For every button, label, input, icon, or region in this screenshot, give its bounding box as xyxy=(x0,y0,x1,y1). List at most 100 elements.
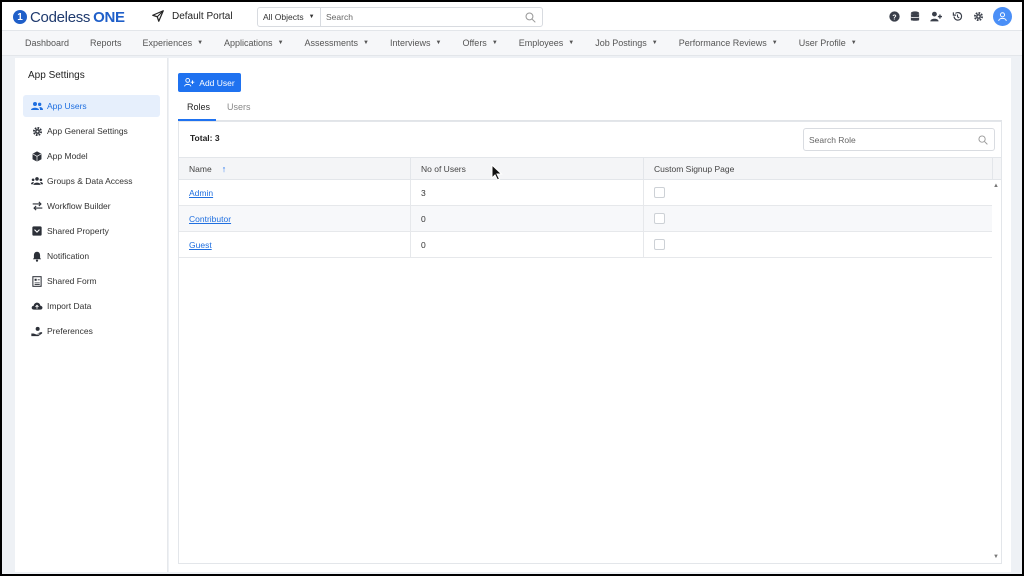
object-filter-select[interactable]: All Objects ▼ xyxy=(258,8,321,26)
brand-logo[interactable]: 1 Codeless ONE xyxy=(13,8,125,26)
add-user-button[interactable]: Add User xyxy=(178,73,241,92)
group-icon xyxy=(31,175,43,187)
scroll-up-arrow-icon[interactable]: ▲ xyxy=(993,183,999,189)
portal-name: Default Portal xyxy=(172,10,233,22)
sidebar-item-label: Import Data xyxy=(47,301,92,311)
nav-item-applications[interactable]: Applications ▼ xyxy=(224,38,283,48)
column-label: No of Users xyxy=(421,163,466,174)
caret-down-icon: ▼ xyxy=(277,40,284,46)
user-avatar[interactable] xyxy=(993,7,1012,26)
sidebar-item-app-model[interactable]: App Model xyxy=(23,145,160,167)
nav-item-label: User Profile xyxy=(798,38,846,48)
sidebar-item-groups-data-access[interactable]: Groups & Data Access xyxy=(23,170,160,192)
portal-selector[interactable]: Default Portal xyxy=(152,10,233,22)
search-input[interactable] xyxy=(321,12,518,22)
table-row[interactable]: Guest 0 xyxy=(179,232,992,258)
box-icon xyxy=(31,225,43,237)
sidebar-item-shared-property[interactable]: Shared Property xyxy=(23,220,160,242)
custom-signup-checkbox[interactable] xyxy=(654,213,665,224)
sidebar-item-preferences[interactable]: Preferences xyxy=(23,320,160,342)
column-header-name[interactable]: Name ↑ xyxy=(179,158,411,179)
cell-name: Admin xyxy=(179,180,411,205)
nav-item-interviews[interactable]: Interviews ▼ xyxy=(390,38,441,48)
caret-down-icon: ▼ xyxy=(568,40,575,46)
sort-ascending-icon[interactable]: ↑ xyxy=(222,164,227,174)
sidebar-list: App Users App General Settings App Model Gr… xyxy=(23,95,160,345)
header-actions: ? xyxy=(882,7,1012,26)
cell-user-count: 0 xyxy=(411,232,644,257)
cell-custom-signup xyxy=(644,180,992,205)
nav-item-label: Applications xyxy=(224,38,273,48)
scroll-down-arrow-icon[interactable]: ▼ xyxy=(993,554,999,560)
caret-down-icon: ▼ xyxy=(363,40,369,46)
sidebar-item-shared-form[interactable]: Shared Form xyxy=(23,270,160,292)
cell-name: Contributor xyxy=(179,206,411,231)
sidebar-item-import-data[interactable]: Import Data xyxy=(23,295,160,317)
sidebar-item-label: Workflow Builder xyxy=(47,201,111,211)
nav-item-label: Interviews xyxy=(390,38,431,48)
nav-item-assessments[interactable]: Assessments ▼ xyxy=(305,38,369,48)
nav-item-job-postings[interactable]: Job Postings ▼ xyxy=(595,38,657,48)
history-icon[interactable] xyxy=(948,8,966,26)
nav-item-reports[interactable]: Reports xyxy=(90,38,122,48)
sidebar-item-app-general-settings[interactable]: App General Settings xyxy=(23,120,160,142)
main-nav: Dashboard Reports Experiences ▼ Applications… xyxy=(2,31,1022,56)
nav-item-label: Job Postings xyxy=(595,38,647,48)
nav-item-label: Employees xyxy=(518,38,564,48)
role-search xyxy=(803,128,995,151)
tab-roles[interactable]: Roles xyxy=(187,102,210,112)
search-icon[interactable] xyxy=(972,134,994,145)
custom-signup-checkbox[interactable] xyxy=(654,239,665,250)
nav-item-user-profile[interactable]: User Profile ▼ xyxy=(799,38,857,48)
sidebar-item-app-users[interactable]: App Users xyxy=(23,95,160,117)
sidebar-item-label: Preferences xyxy=(47,326,93,336)
gear-icon xyxy=(31,125,43,137)
tab-users[interactable]: Users xyxy=(227,102,251,112)
tab-bar: Roles Users xyxy=(178,97,1002,121)
nav-item-employees[interactable]: Employees ▼ xyxy=(519,38,574,48)
sidebar-item-notification[interactable]: Notification xyxy=(23,245,160,267)
app-window: 1 Codeless ONE Default Portal All Objects… xyxy=(2,2,1022,574)
table-row[interactable]: Contributor 0 xyxy=(179,206,992,232)
caret-down-icon: ▼ xyxy=(197,40,204,46)
sidebar-item-workflow-builder[interactable]: Workflow Builder xyxy=(23,195,160,217)
sidebar-item-label: Shared Form xyxy=(47,276,97,286)
nav-item-label: Dashboard xyxy=(25,38,70,48)
column-header-users[interactable]: No of Users xyxy=(411,158,644,179)
form-icon xyxy=(31,275,43,287)
nav-item-experiences[interactable]: Experiences ▼ xyxy=(143,38,203,48)
cell-user-count: 3 xyxy=(411,180,644,205)
role-link[interactable]: Guest xyxy=(189,240,212,250)
nav-item-offers[interactable]: Offers ▼ xyxy=(462,38,497,48)
nav-item-label: Experiences xyxy=(142,38,193,48)
main-panel: Add User Roles Users Total: 3 Name ↑ xyxy=(169,58,1011,572)
sidebar-item-label: App Users xyxy=(47,101,87,111)
cube-icon xyxy=(31,150,43,162)
sidebar-item-label: App Model xyxy=(47,151,88,161)
mouse-cursor-icon xyxy=(491,164,503,181)
nav-item-label: Reports xyxy=(90,38,122,48)
arrows-icon xyxy=(31,200,43,212)
hand-user-icon xyxy=(31,325,43,337)
table-row[interactable]: Admin 3 xyxy=(179,180,992,206)
nav-item-performance-reviews[interactable]: Performance Reviews ▼ xyxy=(679,38,778,48)
add-person-icon[interactable] xyxy=(927,8,945,26)
role-search-input[interactable] xyxy=(804,134,972,145)
brand-name: Codeless ONE xyxy=(30,8,125,26)
search-icon[interactable] xyxy=(518,12,542,23)
settings-gear-icon[interactable] xyxy=(969,8,987,26)
sidebar-item-label: Notification xyxy=(47,251,90,261)
role-link[interactable]: Contributor xyxy=(189,214,231,224)
sidebar-title: App Settings xyxy=(28,70,85,81)
role-link[interactable]: Admin xyxy=(189,188,213,198)
column-header-custom-signup[interactable]: Custom Signup Page xyxy=(644,158,993,179)
custom-signup-checkbox[interactable] xyxy=(654,187,665,198)
top-header: 1 Codeless ONE Default Portal All Objects… xyxy=(2,2,1022,31)
cell-user-count: 0 xyxy=(411,206,644,231)
add-user-label: Add User xyxy=(199,77,235,88)
help-icon[interactable]: ? xyxy=(885,8,903,26)
sidebar-item-label: Shared Property xyxy=(47,226,109,236)
nav-item-label: Performance Reviews xyxy=(678,38,767,48)
nav-item-dashboard[interactable]: Dashboard xyxy=(25,38,69,48)
database-icon[interactable] xyxy=(906,8,924,26)
